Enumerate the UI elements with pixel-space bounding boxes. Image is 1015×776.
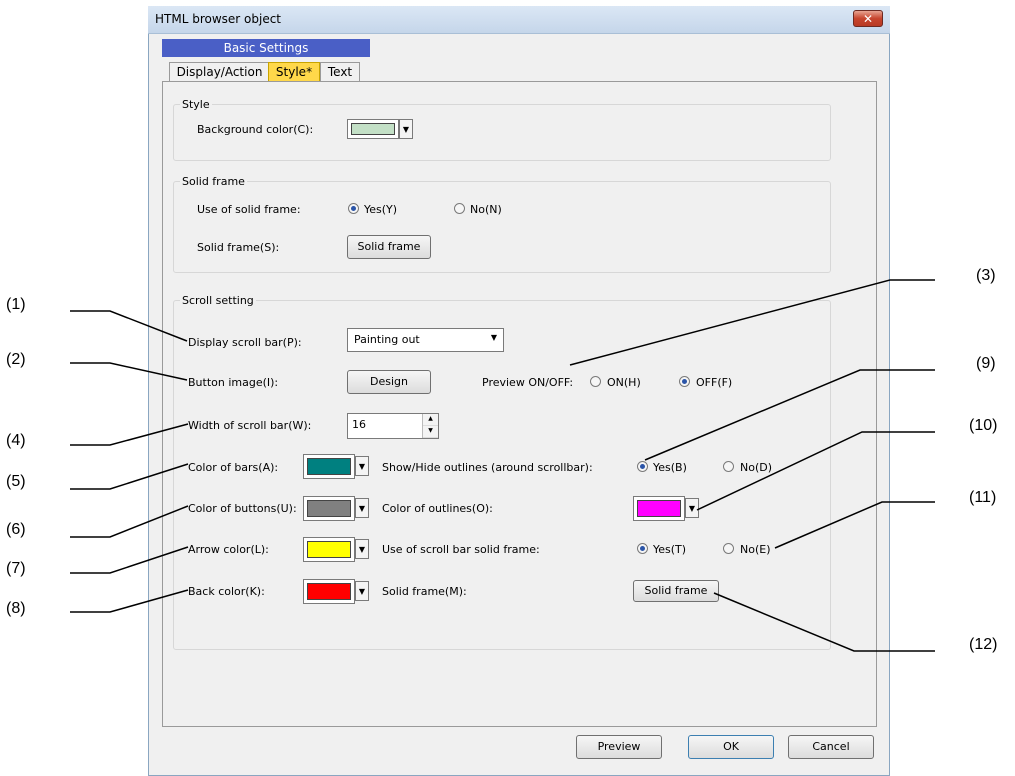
callout-line-1 xyxy=(70,310,188,342)
callout-line-9 xyxy=(644,369,935,461)
callout-line-3 xyxy=(569,279,935,366)
callout-9: (9) xyxy=(976,355,996,372)
callout-6: (6) xyxy=(6,521,26,538)
callout-11: (11) xyxy=(969,489,997,506)
callout-3: (3) xyxy=(976,267,996,284)
callout-8: (8) xyxy=(6,600,26,617)
callout-2: (2) xyxy=(6,351,26,368)
callout-line-10 xyxy=(696,431,935,511)
callout-5: (5) xyxy=(6,473,26,490)
callout-line-8 xyxy=(70,589,189,613)
callout-line-2 xyxy=(70,362,188,381)
callout-line-4 xyxy=(70,423,189,446)
callout-line-11 xyxy=(774,501,935,549)
callout-12: (12) xyxy=(969,636,998,653)
callout-7: (7) xyxy=(6,560,26,577)
callout-line-7 xyxy=(70,546,189,574)
callout-1: (1) xyxy=(6,296,26,313)
callout-4: (4) xyxy=(6,432,26,449)
callout-line-12 xyxy=(713,592,935,652)
callout-line-6 xyxy=(70,505,189,538)
callout-line-5 xyxy=(70,463,189,490)
callout-lines xyxy=(70,279,935,652)
callout-10: (10) xyxy=(969,417,998,434)
